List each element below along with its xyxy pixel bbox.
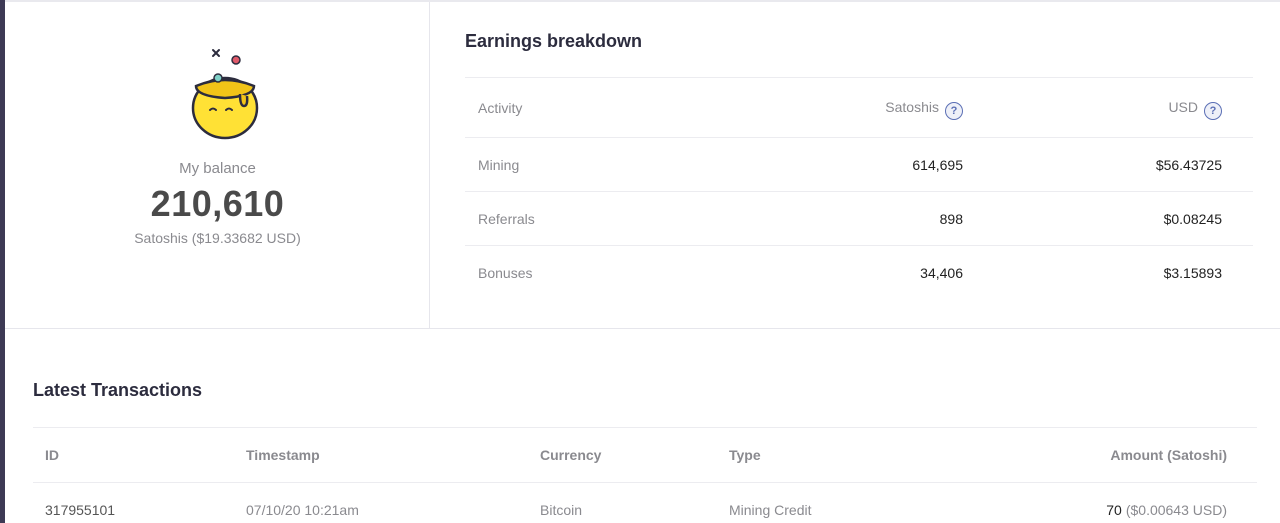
transaction-id: 317955101 bbox=[45, 502, 116, 518]
earnings-satoshis: 34,406 bbox=[920, 264, 963, 281]
column-header-type: Type bbox=[729, 447, 761, 463]
transaction-amount: 70 ($0.00643 USD) bbox=[1106, 483, 1227, 523]
earnings-table: Activity Satoshis ? USD ? Mining 614,695… bbox=[465, 77, 1253, 299]
column-header-amount: Amount (Satoshi) bbox=[1110, 447, 1227, 463]
earnings-satoshis: 898 bbox=[939, 210, 963, 227]
transaction-amount-usd: ($0.00643 USD) bbox=[1125, 502, 1227, 518]
balance-value: 210,610 bbox=[150, 183, 285, 224]
earnings-activity: Referrals bbox=[478, 210, 535, 227]
balance-subtext: Satoshis ($19.33682 USD) bbox=[134, 230, 301, 246]
column-header-usd-label: USD bbox=[1168, 99, 1198, 115]
balance-label: My balance bbox=[179, 160, 256, 177]
transactions-table: ID Timestamp Currency Type Amount (Satos… bbox=[33, 427, 1257, 523]
transaction-type: Mining Credit bbox=[729, 502, 812, 518]
column-header-satoshis: Satoshis ? bbox=[885, 78, 963, 137]
transactions-title: Latest Transactions bbox=[33, 380, 203, 400]
transaction-timestamp: 07/10/20 10:21am bbox=[246, 502, 359, 518]
earnings-activity: Bonuses bbox=[478, 264, 533, 281]
column-header-currency: Currency bbox=[540, 447, 602, 463]
earnings-breakdown-card: Earnings breakdown Activity Satoshis ? U… bbox=[430, 2, 1280, 328]
earnings-usd: $0.08245 bbox=[1163, 210, 1222, 227]
satoshis-help-icon[interactable]: ? bbox=[945, 102, 963, 120]
column-header-usd: USD ? bbox=[1168, 78, 1222, 137]
column-header-satoshis-label: Satoshis bbox=[885, 99, 939, 115]
earnings-row-bonuses: Bonuses 34,406 $3.15893 bbox=[465, 245, 1253, 299]
transactions-table-header: ID Timestamp Currency Type Amount (Satos… bbox=[33, 427, 1257, 482]
column-header-activity: Activity bbox=[478, 99, 523, 116]
earnings-activity: Mining bbox=[478, 156, 520, 173]
transaction-currency: Bitcoin bbox=[540, 502, 583, 518]
earnings-row-referrals: Referrals 898 $0.08245 bbox=[465, 191, 1253, 245]
usd-help-icon[interactable]: ? bbox=[1204, 102, 1222, 120]
section-divider bbox=[5, 328, 1280, 329]
balance-card: My balance 210,610 Satoshis ($19.33682 U… bbox=[5, 2, 430, 328]
earnings-usd: $56.43725 bbox=[1155, 156, 1222, 173]
honey-pot-icon bbox=[191, 49, 259, 140]
table-row[interactable]: 317955101 07/10/20 10:21am Bitcoin Minin… bbox=[33, 482, 1257, 523]
earnings-row-mining: Mining 614,695 $56.43725 bbox=[465, 137, 1253, 191]
earnings-title: Earnings breakdown bbox=[465, 31, 643, 51]
column-header-timestamp: Timestamp bbox=[246, 447, 320, 463]
earnings-table-header: Activity Satoshis ? USD ? bbox=[465, 77, 1253, 137]
transaction-amount-satoshi: 70 bbox=[1106, 502, 1122, 518]
column-header-id: ID bbox=[45, 447, 59, 463]
earnings-satoshis: 614,695 bbox=[912, 156, 963, 173]
earnings-usd: $3.15893 bbox=[1163, 264, 1222, 281]
